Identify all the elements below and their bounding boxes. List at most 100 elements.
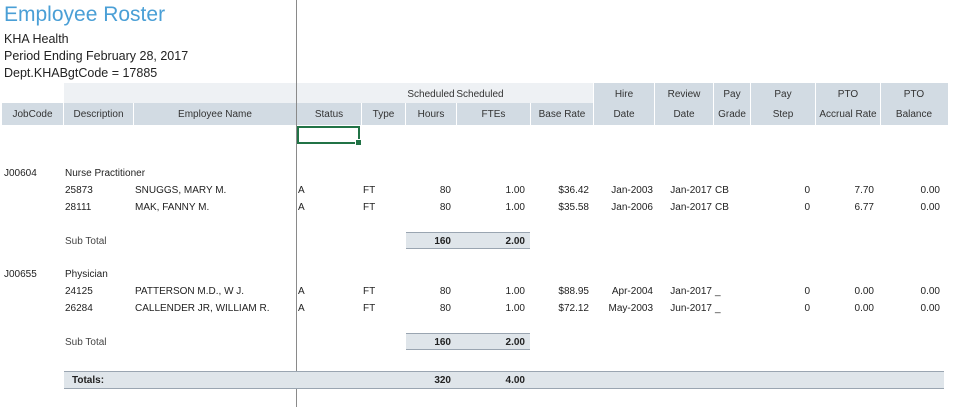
report-org: KHA Health <box>4 32 69 46</box>
employee-hire-date[interactable]: May-2003 <box>594 303 653 314</box>
employee-id[interactable]: 28111 <box>65 202 91 213</box>
employee-hours[interactable]: 80 <box>406 303 451 314</box>
col-ftes[interactable]: FTEs <box>457 109 530 120</box>
col-review-date[interactable]: Date <box>655 109 713 120</box>
employee-hire-date[interactable]: Jan-2006 <box>594 202 653 213</box>
freeze-pane-divider[interactable] <box>296 0 297 407</box>
employee-pto-accrual[interactable]: 0.00 <box>816 303 874 314</box>
employee-hire-date[interactable]: Apr-2004 <box>594 286 653 297</box>
subtotal-hours[interactable]: 160 <box>406 236 451 247</box>
employee-type[interactable]: FT <box>363 202 375 213</box>
group-description[interactable]: Physician <box>65 269 108 280</box>
employee-hours[interactable]: 80 <box>406 202 451 213</box>
totals-hours[interactable]: 320 <box>406 375 451 386</box>
employee-pto-balance[interactable]: 0.00 <box>881 202 940 213</box>
col-description[interactable]: Description <box>64 109 133 120</box>
employee-ftes[interactable]: 1.00 <box>457 303 525 314</box>
col-hours[interactable]: Hours <box>406 109 456 120</box>
subtotal-line-top <box>406 333 530 334</box>
col-ptobalance-top: PTO <box>903 89 925 100</box>
col-ptoaccrual-top: PTO <box>837 89 859 100</box>
col-paygrade-top: Pay <box>723 89 741 100</box>
employee-status[interactable]: A <box>298 202 305 213</box>
employee-type[interactable]: FT <box>363 185 375 196</box>
col-hire-date[interactable]: Date <box>594 109 654 120</box>
employee-id[interactable]: 25873 <box>65 185 93 196</box>
employee-pay-step[interactable]: 0 <box>751 286 810 297</box>
header-top-band-left <box>64 83 296 103</box>
col-pto-balance[interactable]: Balance <box>881 109 947 120</box>
totals-line-top <box>64 371 944 372</box>
col-hire-top: Hire <box>614 89 634 100</box>
employee-ftes[interactable]: 1.00 <box>457 185 525 196</box>
employee-pto-balance[interactable]: 0.00 <box>881 185 940 196</box>
employee-base-rate[interactable]: $36.42 <box>531 185 589 196</box>
col-employee-name[interactable]: Employee Name <box>134 109 296 120</box>
employee-pto-accrual[interactable]: 6.77 <box>816 202 874 213</box>
totals-ftes[interactable]: 4.00 <box>457 375 525 386</box>
selected-cell[interactable] <box>297 126 362 146</box>
col-pto-accrual[interactable]: Accrual Rate <box>816 109 880 120</box>
employee-pay-grade[interactable]: CB <box>715 202 729 213</box>
employee-pto-accrual[interactable]: 0.00 <box>816 286 874 297</box>
employee-hours[interactable]: 80 <box>406 185 451 196</box>
employee-id[interactable]: 26284 <box>65 303 93 314</box>
employee-review-date[interactable]: Jun-2017 <box>655 303 712 314</box>
col-base-rate[interactable]: Base Rate <box>531 109 593 120</box>
totals-label[interactable]: Totals: <box>72 375 104 386</box>
report-title: Employee Roster <box>4 3 166 26</box>
col-review-top: Review <box>667 89 701 100</box>
employee-pay-grade[interactable]: CB <box>715 185 729 196</box>
group-description[interactable]: Nurse Practitioner <box>65 168 145 179</box>
subtotal-ftes[interactable]: 2.00 <box>457 337 525 348</box>
col-paystep-top: Pay <box>774 89 792 100</box>
subtotal-ftes[interactable]: 2.00 <box>457 236 525 247</box>
employee-review-date[interactable]: Jan-2017 <box>655 286 712 297</box>
group-jobcode[interactable]: J00655 <box>4 269 37 280</box>
employee-pay-step[interactable]: 0 <box>751 303 810 314</box>
employee-name[interactable]: SNUGGS, MARY M. <box>135 185 226 196</box>
employee-pto-accrual[interactable]: 7.70 <box>816 185 874 196</box>
employee-type[interactable]: FT <box>363 303 375 314</box>
employee-review-date[interactable]: Jan-2017 <box>655 202 712 213</box>
employee-hire-date[interactable]: Jan-2003 <box>594 185 653 196</box>
employee-base-rate[interactable]: $88.95 <box>531 286 589 297</box>
employee-status[interactable]: A <box>298 303 305 314</box>
subtotal-line-bottom <box>406 248 530 249</box>
employee-pay-step[interactable]: 0 <box>751 202 810 213</box>
employee-base-rate[interactable]: $35.58 <box>531 202 589 213</box>
col-hours-top: Scheduled <box>407 89 455 100</box>
employee-pay-grade[interactable]: _ <box>715 303 721 314</box>
employee-id[interactable]: 24125 <box>65 286 93 297</box>
employee-pay-grade[interactable]: _ <box>715 286 721 297</box>
employee-name[interactable]: CALLENDER JR, WILLIAM R. <box>135 303 269 314</box>
employee-review-date[interactable]: Jan-2017 <box>655 185 712 196</box>
employee-status[interactable]: A <box>298 185 305 196</box>
col-status[interactable]: Status <box>297 109 361 120</box>
employee-pay-step[interactable]: 0 <box>751 185 810 196</box>
fill-handle[interactable] <box>355 139 362 146</box>
col-type[interactable]: Type <box>362 109 405 120</box>
report-dept: Dept.KHABgtCode = 17885 <box>4 66 158 80</box>
employee-type[interactable]: FT <box>363 286 375 297</box>
employee-ftes[interactable]: 1.00 <box>457 202 525 213</box>
subtotal-line-bottom <box>406 349 530 350</box>
employee-base-rate[interactable]: $72.12 <box>531 303 589 314</box>
employee-pto-balance[interactable]: 0.00 <box>881 286 940 297</box>
col-ftes-top: Scheduled <box>456 89 504 100</box>
subtotal-label[interactable]: Sub Total <box>65 236 107 247</box>
subtotal-line-top <box>406 232 530 233</box>
subtotal-hours[interactable]: 160 <box>406 337 451 348</box>
subtotal-label[interactable]: Sub Total <box>65 337 107 348</box>
group-jobcode[interactable]: J00604 <box>4 168 37 179</box>
employee-name[interactable]: PATTERSON M.D., W J. <box>135 286 244 297</box>
col-pay-step[interactable]: Step <box>751 109 815 120</box>
employee-ftes[interactable]: 1.00 <box>457 286 525 297</box>
employee-hours[interactable]: 80 <box>406 286 451 297</box>
report-period: Period Ending February 28, 2017 <box>4 49 189 63</box>
employee-pto-balance[interactable]: 0.00 <box>881 303 940 314</box>
col-jobcode[interactable]: JobCode <box>2 109 63 120</box>
employee-status[interactable]: A <box>298 286 305 297</box>
employee-name[interactable]: MAK, FANNY M. <box>135 202 209 213</box>
col-pay-grade[interactable]: Grade <box>714 109 750 120</box>
